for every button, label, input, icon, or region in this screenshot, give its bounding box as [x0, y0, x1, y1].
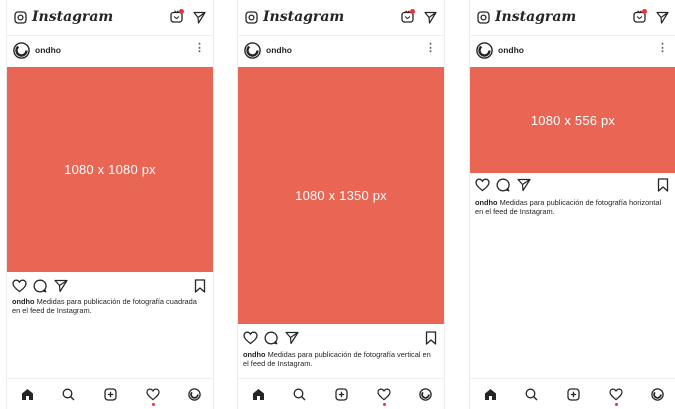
- comment-icon[interactable]: [33, 279, 47, 293]
- post-actions: [470, 178, 675, 196]
- avatar[interactable]: [244, 42, 261, 59]
- share-icon[interactable]: [54, 279, 68, 293]
- notification-dot: [642, 9, 647, 14]
- search-icon[interactable]: [525, 388, 538, 401]
- post-caption: ondho Medidas para publicación de fotogr…: [243, 350, 438, 368]
- notification-dot: [410, 9, 415, 14]
- camera-icon[interactable]: [477, 11, 490, 24]
- bottom-navigation: [238, 378, 444, 409]
- more-options-icon[interactable]: ⋮: [194, 43, 205, 54]
- top-divider: [470, 35, 675, 36]
- more-options-icon[interactable]: ⋮: [657, 43, 668, 54]
- post-header: ondho ⋮: [7, 40, 213, 62]
- profile-icon[interactable]: [188, 388, 201, 401]
- direct-send-icon[interactable]: [656, 11, 669, 24]
- bookmark-icon[interactable]: [194, 279, 206, 293]
- phone-mockup-vertical: Instagram ondho ⋮ 1080 x 1350 px ondho M…: [237, 0, 445, 409]
- instagram-logo: Instagram: [495, 9, 577, 25]
- avatar[interactable]: [476, 42, 493, 59]
- activity-heart-icon[interactable]: [146, 388, 160, 401]
- home-icon[interactable]: [484, 388, 497, 401]
- post-actions: [7, 279, 213, 297]
- activity-notification-dot: [152, 403, 155, 406]
- caption-text: Medidas para publicación de fotografía v…: [243, 350, 431, 368]
- post-caption: ondho Medidas para publicación de fotogr…: [12, 297, 207, 315]
- post-actions: [238, 331, 444, 349]
- image-dimensions-label: 1080 x 556 px: [530, 112, 616, 128]
- instagram-logo: Instagram: [263, 9, 345, 25]
- comment-icon[interactable]: [264, 331, 278, 345]
- post-image-placeholder: 1080 x 1350 px: [238, 67, 444, 324]
- search-icon[interactable]: [293, 388, 306, 401]
- top-bar: Instagram: [7, 0, 213, 34]
- comment-icon[interactable]: [496, 178, 510, 192]
- like-heart-icon[interactable]: [12, 279, 27, 293]
- direct-send-icon[interactable]: [424, 11, 437, 24]
- post-username[interactable]: ondho: [35, 45, 61, 55]
- like-heart-icon[interactable]: [475, 178, 490, 192]
- activity-notification-dot: [383, 403, 386, 406]
- new-post-icon[interactable]: [335, 388, 348, 401]
- image-dimensions-label: 1080 x 1350 px: [295, 188, 387, 203]
- top-divider: [238, 35, 444, 36]
- post-caption: ondho Medidas para publicación de fotogr…: [475, 198, 670, 216]
- new-post-icon[interactable]: [104, 388, 117, 401]
- new-post-icon[interactable]: [567, 388, 580, 401]
- profile-icon[interactable]: [419, 388, 432, 401]
- top-bar: Instagram: [238, 0, 444, 34]
- activity-heart-icon[interactable]: [377, 388, 391, 401]
- avatar[interactable]: [13, 42, 30, 59]
- share-icon[interactable]: [285, 331, 299, 345]
- share-icon[interactable]: [517, 178, 531, 192]
- post-username[interactable]: ondho: [498, 45, 524, 55]
- profile-icon[interactable]: [651, 388, 664, 401]
- caption-username[interactable]: ondho: [475, 198, 498, 207]
- bookmark-icon[interactable]: [657, 178, 669, 192]
- post-header: ondho ⋮: [470, 40, 675, 62]
- direct-send-icon[interactable]: [193, 11, 206, 24]
- like-heart-icon[interactable]: [243, 331, 258, 345]
- instagram-logo: Instagram: [32, 9, 114, 25]
- bottom-navigation: [470, 378, 675, 409]
- caption-username[interactable]: ondho: [12, 297, 35, 306]
- bookmark-icon[interactable]: [425, 331, 437, 345]
- post-username[interactable]: ondho: [266, 45, 292, 55]
- caption-username[interactable]: ondho: [243, 350, 266, 359]
- post-header: ondho ⋮: [238, 40, 444, 62]
- activity-heart-icon[interactable]: [609, 388, 623, 401]
- notification-dot: [179, 9, 184, 14]
- camera-icon[interactable]: [14, 11, 27, 24]
- phone-mockup-horizontal: Instagram ondho ⋮ 1080 x 556 px ondho Me…: [469, 0, 675, 409]
- top-divider: [7, 35, 213, 36]
- post-image-placeholder: 1080 x 556 px: [470, 67, 675, 173]
- home-icon[interactable]: [21, 388, 34, 401]
- bottom-navigation: [7, 378, 213, 409]
- home-icon[interactable]: [252, 388, 265, 401]
- image-dimensions-label: 1080 x 1080 px: [64, 162, 156, 177]
- camera-icon[interactable]: [245, 11, 258, 24]
- more-options-icon[interactable]: ⋮: [425, 43, 436, 54]
- post-image-placeholder: 1080 x 1080 px: [7, 67, 213, 272]
- activity-notification-dot: [615, 403, 618, 406]
- caption-text: Medidas para publicación de fotografía c…: [12, 297, 197, 315]
- phone-mockup-square: Instagram ondho ⋮ 1080 x 1080 px ondho M…: [6, 0, 214, 409]
- top-bar: Instagram: [470, 0, 675, 34]
- search-icon[interactable]: [62, 388, 75, 401]
- caption-text: Medidas para publicación de fotografía h…: [475, 198, 662, 216]
